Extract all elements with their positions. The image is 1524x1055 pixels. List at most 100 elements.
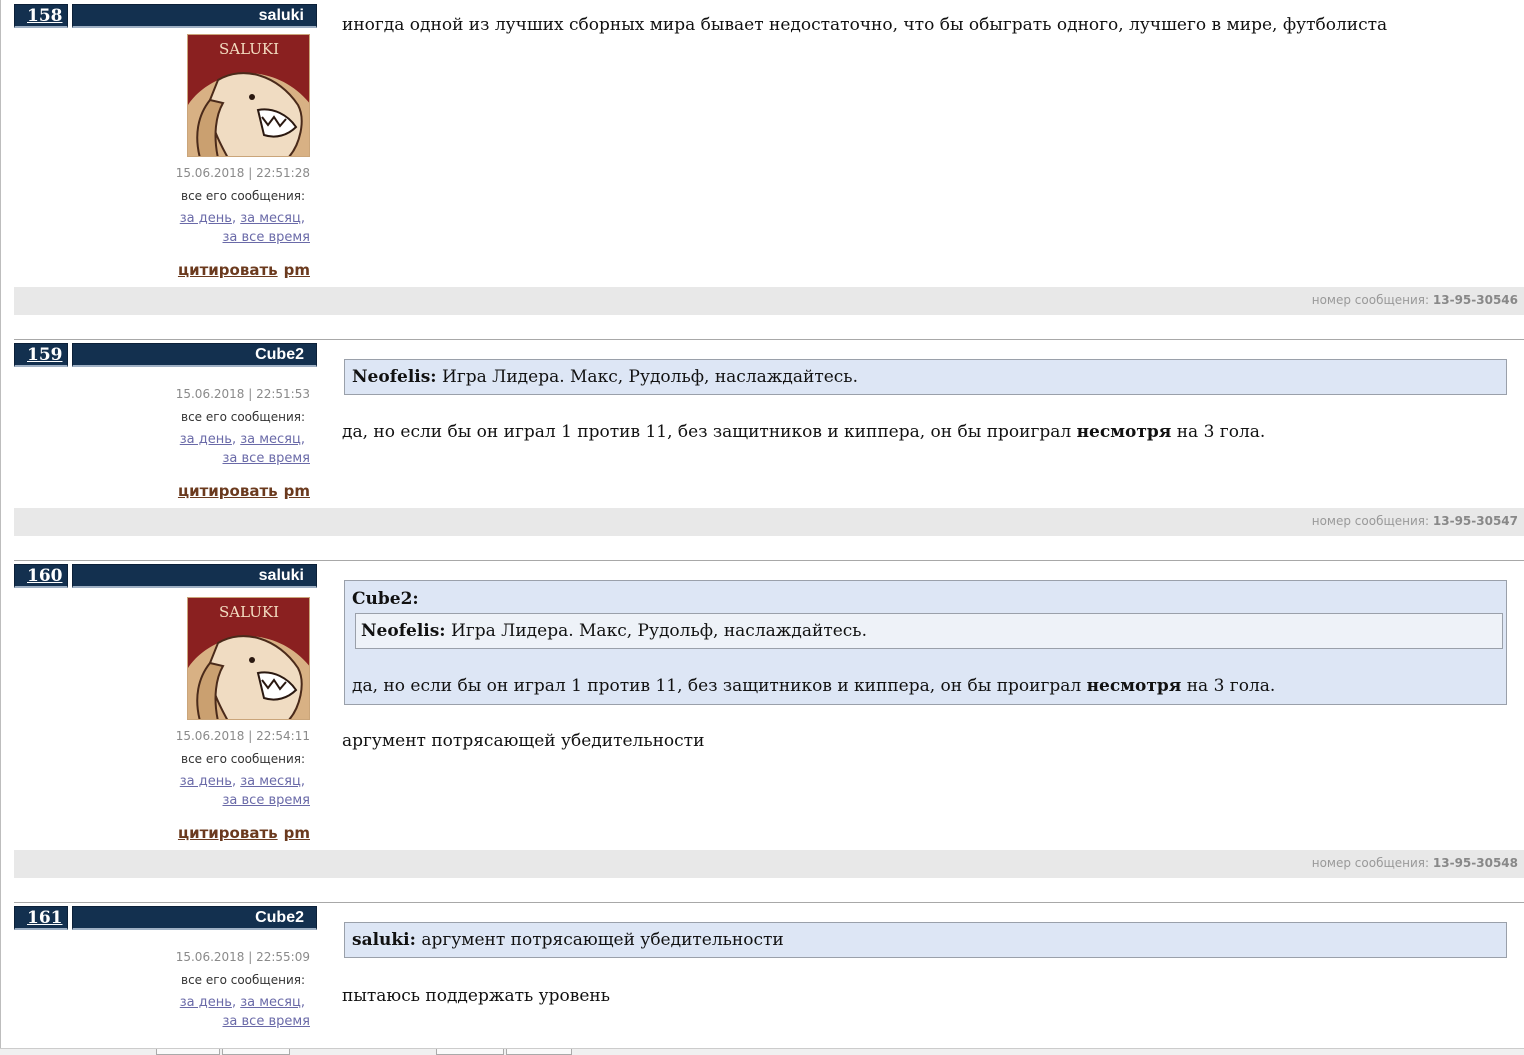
messages-all-time-row: за все время [223, 793, 311, 808]
author-name[interactable]: Cube2 [255, 909, 304, 927]
forum-post: 161 Cube2 15.06.2018 | 22:55:09 все его … [0, 902, 1524, 1048]
messages-per-month-link[interactable]: за месяц [240, 432, 301, 447]
bottom-tab[interactable] [156, 1049, 220, 1055]
post-number-box: 158 [14, 4, 68, 28]
quote-button[interactable]: цитировать [178, 824, 278, 842]
all-messages-label: все его сообщения: [181, 410, 305, 424]
post-number-box: 161 [14, 906, 68, 930]
quote-text-before: да, но если бы он играл 1 против 11, без… [352, 676, 1082, 696]
nested-quote-author: Neofelis: [361, 621, 446, 641]
quote-text-bold: несмотря [1086, 676, 1182, 696]
post-footer: номер сообщения: 13-95-30548 [14, 850, 1524, 878]
quote-text-after: на 3 гола. [1186, 676, 1276, 696]
messages-per-day-link[interactable]: за день [180, 995, 232, 1010]
message-number-label: номер сообщения: [1311, 293, 1430, 307]
quote-header: Cube2: [352, 589, 419, 609]
messages-filter-row: за день, за месяц, [180, 211, 305, 226]
comma-separator: , [300, 774, 305, 789]
messages-per-month-link[interactable]: за месяц [240, 995, 301, 1010]
all-messages-label: все его сообщения: [181, 752, 305, 766]
dog-avatar-image: SALUKI [188, 598, 309, 719]
quote-button[interactable]: цитировать [178, 261, 278, 279]
author-name-bar: Cube2 [72, 343, 317, 367]
post-body-text: пытаюсь поддержать уровень [342, 986, 610, 1006]
pm-button[interactable]: pm [284, 261, 310, 279]
messages-per-day-link[interactable]: за день [180, 211, 232, 226]
post-body-text: иногда одной из лучших сборных мира быва… [342, 15, 1388, 35]
post-actions: цитировать pm [172, 261, 310, 279]
forum-post: 158 saluki SALUKI 15.06.2018 | 22:51:28 … [0, 0, 1524, 318]
message-number-label: номер сообщения: [1311, 514, 1430, 528]
messages-filter-row: за день, за месяц, [180, 774, 305, 789]
post-number-link[interactable]: 159 [27, 345, 63, 365]
messages-all-time-link[interactable]: за все время [223, 451, 311, 466]
all-messages-label: все его сообщения: [181, 189, 305, 203]
post-text-after: на 3 гола. [1176, 422, 1266, 442]
post-body-text: аргумент потрясающей убедительности [342, 731, 705, 751]
quote-text: аргумент потрясающей убедительности [421, 930, 784, 950]
bottom-tab[interactable] [506, 1049, 572, 1055]
post-number-link[interactable]: 160 [27, 566, 63, 586]
comma-separator: , [300, 995, 305, 1010]
messages-per-day-link[interactable]: за день [180, 432, 232, 447]
messages-all-time-link[interactable]: за все время [223, 793, 311, 808]
post-number-link[interactable]: 158 [27, 6, 63, 26]
quote-block: saluki: аргумент потрясающей убедительно… [344, 922, 1507, 958]
comma-separator: , [231, 432, 237, 447]
messages-per-day-link[interactable]: за день [180, 774, 232, 789]
messages-all-time-row: за все время [223, 230, 311, 245]
post-actions: цитировать pm [172, 482, 310, 500]
pm-button[interactable]: pm [284, 482, 310, 500]
message-number-value: 13-95-30546 [1432, 293, 1518, 307]
post-number-box: 159 [14, 343, 68, 367]
dog-avatar-image: SALUKI [188, 35, 309, 156]
author-name-bar: saluki [72, 564, 317, 588]
quote-block: Neofelis: Игра Лидера. Макс, Рудольф, на… [344, 359, 1507, 395]
post-number-link[interactable]: 161 [27, 908, 63, 928]
quote-author: Cube2: [352, 589, 419, 609]
quote-author: saluki: [352, 930, 416, 950]
forum-post: 160 saluki SALUKI 15.06.2018 | 22:54:11 … [0, 560, 1524, 880]
quote-content: да, но если бы он играл 1 против 11, без… [352, 676, 1275, 696]
nested-quote-text: Игра Лидера. Макс, Рудольф, наслаждайтес… [451, 621, 867, 641]
quote-text: Игра Лидера. Макс, Рудольф, наслаждайтес… [442, 367, 858, 387]
avatar: SALUKI [187, 597, 310, 720]
comma-separator: , [300, 211, 305, 226]
post-timestamp: 15.06.2018 | 22:51:28 [175, 166, 310, 180]
messages-all-time-link[interactable]: за все время [223, 230, 311, 245]
quote-author: Neofelis: [352, 367, 437, 387]
avatar: SALUKI [187, 34, 310, 157]
post-body-text: да, но если бы он играл 1 против 11, без… [342, 422, 1265, 442]
messages-filter-row: за день, за месяц, [180, 432, 305, 447]
message-number: номер сообщения: 13-95-30546 [1312, 293, 1518, 307]
messages-filter-row: за день, за месяц, [180, 995, 305, 1010]
bottom-tab[interactable] [222, 1049, 290, 1055]
post-footer: номер сообщения: 13-95-30546 [14, 287, 1524, 315]
message-number-value: 13-95-30547 [1432, 514, 1518, 528]
author-name[interactable]: saluki [259, 7, 304, 25]
nested-quote-content: Neofelis: Игра Лидера. Макс, Рудольф, на… [361, 621, 867, 641]
forum-post: 159 Cube2 15.06.2018 | 22:51:53 все его … [0, 339, 1524, 539]
quote-button[interactable]: цитировать [178, 482, 278, 500]
messages-all-time-link[interactable]: за все время [223, 1014, 311, 1029]
messages-all-time-row: за все время [223, 1014, 311, 1029]
pm-button[interactable]: pm [284, 824, 310, 842]
messages-all-time-row: за все время [223, 451, 311, 466]
comma-separator: , [231, 774, 237, 789]
bottom-tab[interactable] [436, 1049, 504, 1055]
message-number: номер сообщения: 13-95-30547 [1312, 514, 1518, 528]
avatar-brand-text: SALUKI [219, 40, 279, 58]
author-name[interactable]: saluki [259, 567, 304, 585]
all-messages-label: все его сообщения: [181, 973, 305, 987]
author-name-bar: Cube2 [72, 906, 317, 930]
messages-per-month-link[interactable]: за месяц [240, 774, 301, 789]
post-number-box: 160 [14, 564, 68, 588]
post-timestamp: 15.06.2018 | 22:55:09 [175, 950, 310, 964]
author-name[interactable]: Cube2 [255, 346, 304, 364]
message-number-value: 13-95-30548 [1432, 856, 1518, 870]
comma-separator: , [300, 432, 305, 447]
messages-per-month-link[interactable]: за месяц [240, 211, 301, 226]
post-divider [14, 339, 1524, 340]
post-timestamp: 15.06.2018 | 22:54:11 [175, 729, 310, 743]
nested-quote-block: Neofelis: Игра Лидера. Макс, Рудольф, на… [355, 613, 1503, 649]
